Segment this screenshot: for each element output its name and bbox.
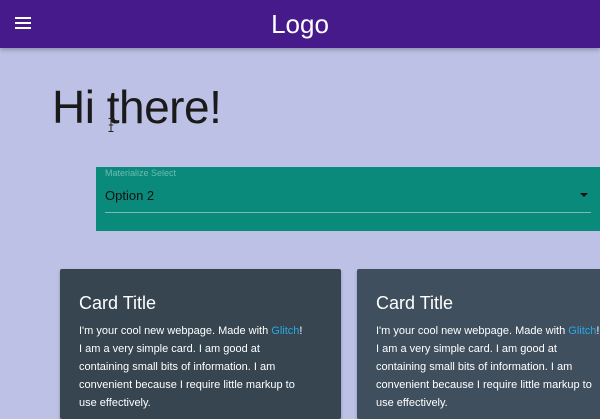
card-title: Card Title [79,293,157,313]
card-text-line: use effectively. [376,397,448,409]
card-text-line: use effectively. [79,397,151,409]
card-text-line: I'm your cool new webpage. Made with Gli… [376,322,600,340]
card-text: I'm your cool new webpage. Made with [79,325,272,337]
card-text-line: containing small bits of information. I … [79,361,276,373]
card-text: I'm your cool new webpage. Made with [376,325,569,337]
card-content: I'm your cool new webpage. Made with Gli… [376,322,600,412]
card-text: ! [596,325,600,337]
glitch-link[interactable]: Glitch [568,325,596,337]
card-content: I'm your cool new webpage. Made with Gli… [79,322,331,412]
card-text-line: containing small bits of information. I … [376,361,573,373]
card: Card Title I'm your cool new webpage. Ma… [60,269,341,419]
card-text-line: convenient because I require little mark… [79,379,295,391]
card-text-line: I am a very simple card. I am good at [79,343,260,355]
card-text-line: convenient because I require little mark… [376,379,592,391]
select-underline [105,212,591,213]
card-text-line: I am a very simple card. I am good at [376,343,557,355]
card-text: ! [299,325,303,337]
select-label: Materialize Select [105,168,177,178]
logo[interactable]: Logo [0,8,600,40]
page-heading: Hi there! [52,81,222,133]
select-dropdown[interactable]: Option 2 [105,187,154,205]
text-cursor-icon [108,118,114,132]
materialize-select-container: Materialize Select Option 2 [96,167,600,231]
glitch-link[interactable]: Glitch [271,325,299,337]
navbar: Logo [0,0,600,48]
card-title: Card Title [376,293,454,313]
card: Card Title I'm your cool new webpage. Ma… [357,269,600,419]
card-text-line: I'm your cool new webpage. Made with Gli… [79,322,331,340]
caret-down-icon[interactable] [580,193,588,197]
